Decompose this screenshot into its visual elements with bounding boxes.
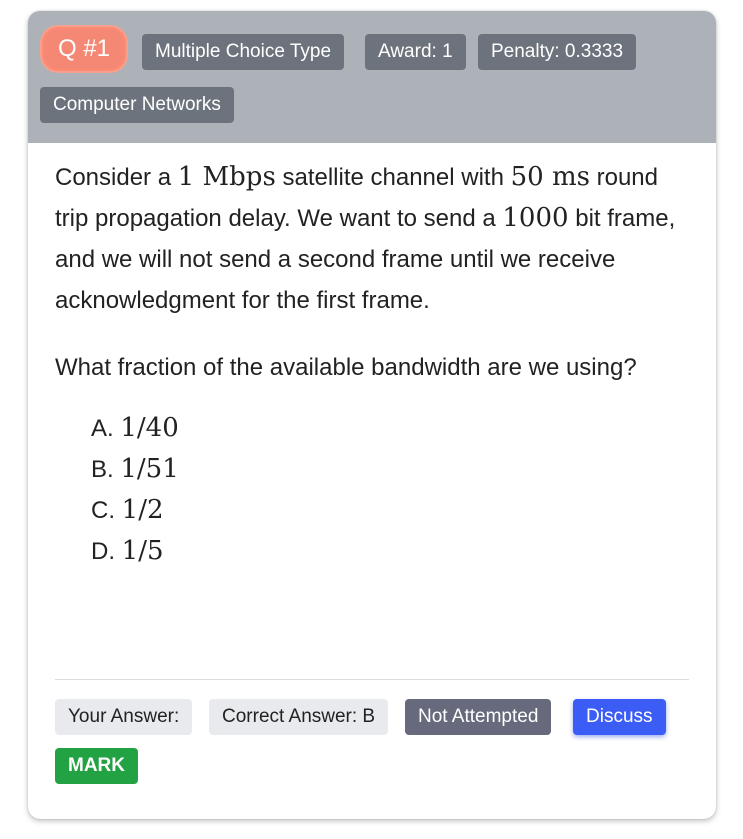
topic-badge: Computer Networks (40, 87, 234, 123)
footer-divider (55, 679, 689, 680)
question-text: satellite channel with (275, 164, 511, 191)
option-value: 1/40 (120, 413, 179, 443)
question-prompt: What fraction of the available bandwidth… (55, 354, 637, 381)
math-frame-size: 1000 (502, 203, 569, 233)
mark-button[interactable]: MARK (55, 748, 138, 784)
math-delay: 50 ms (510, 162, 590, 192)
attempt-status-badge: Not Attempted (405, 699, 552, 735)
option-b[interactable]: B. 1/51 (91, 449, 688, 490)
option-letter: A. (91, 415, 121, 442)
option-letter: D. (91, 538, 122, 565)
penalty-badge: Penalty: 0.3333 (478, 34, 637, 70)
discuss-button[interactable]: Discuss (573, 699, 666, 735)
math-bandwidth: 1 Mbps (177, 162, 276, 192)
question-card: Q #1 Multiple Choice Type Award: 1 Penal… (28, 11, 716, 819)
option-c[interactable]: C. 1/2 (91, 490, 688, 531)
option-value: 1/2 (121, 495, 164, 525)
question-header: Q #1 Multiple Choice Type Award: 1 Penal… (28, 11, 716, 143)
option-a[interactable]: A. 1/40 (91, 408, 688, 449)
option-letter: C. (91, 497, 122, 524)
question-text: Consider a (55, 164, 178, 191)
award-badge: Award: 1 (365, 34, 466, 70)
question-body: Consider a 1 Mbps satellite channel with… (28, 143, 716, 572)
question-number-badge: Q #1 (42, 27, 127, 71)
option-letter: B. (91, 456, 121, 483)
question-type-badge: Multiple Choice Type (142, 34, 345, 70)
option-d[interactable]: D. 1/5 (91, 531, 688, 572)
options-list: A. 1/40 B. 1/51 C. 1/2 D. 1/5 (91, 408, 688, 572)
question-paragraph: Consider a 1 Mbps satellite channel with… (55, 157, 688, 321)
option-value: 1/5 (121, 536, 164, 566)
correct-answer-label: Correct Answer: B (209, 699, 389, 735)
option-value: 1/51 (120, 454, 179, 484)
your-answer-label: Your Answer: (55, 699, 193, 735)
